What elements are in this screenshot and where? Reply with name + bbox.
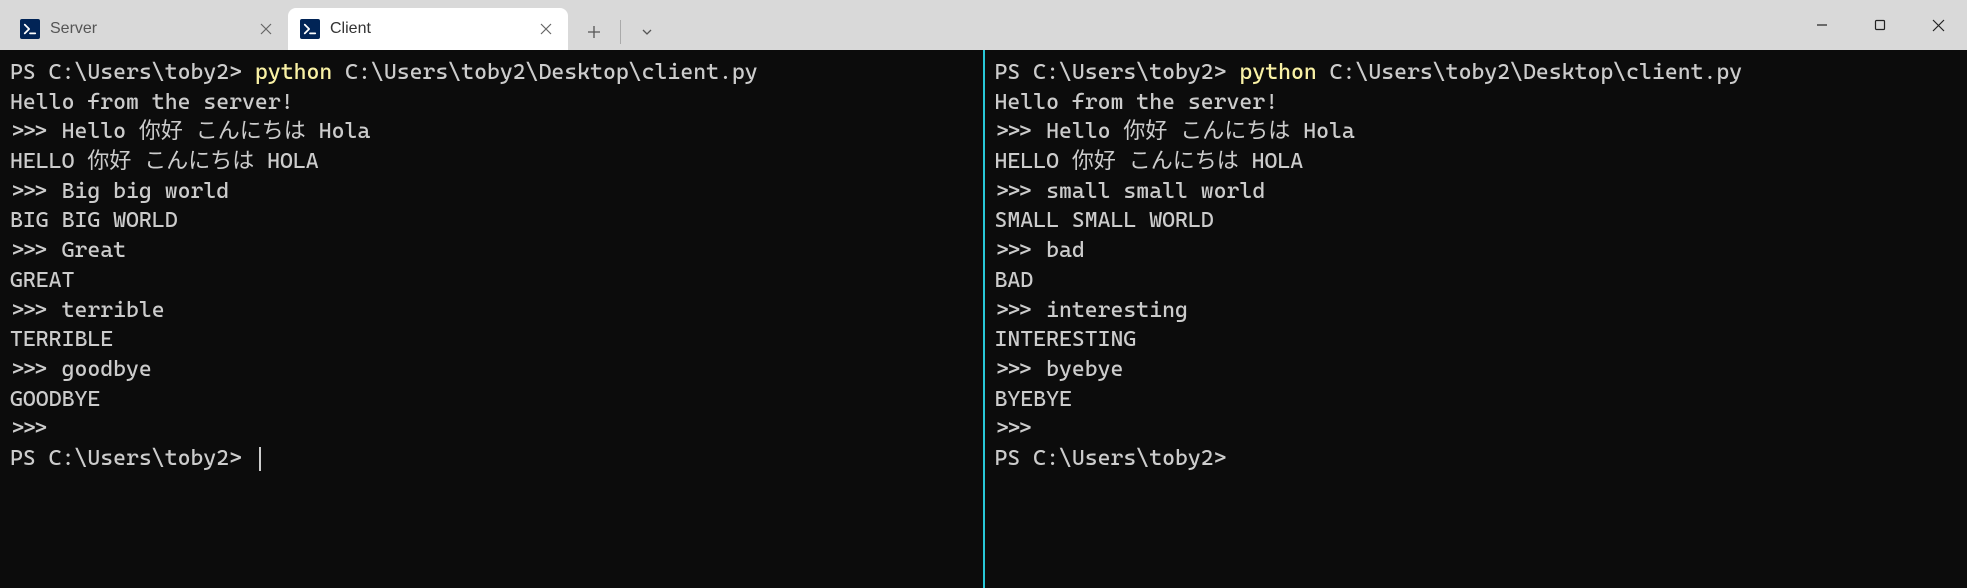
titlebar: Server Client [0, 0, 1967, 50]
close-window-button[interactable] [1909, 0, 1967, 50]
divider [620, 20, 621, 44]
terminal-line: GOODBYE [10, 385, 973, 415]
powershell-icon [300, 19, 320, 39]
terminal-line: >>> interesting [995, 296, 1958, 326]
terminal-line: BYEBYE [995, 385, 1958, 415]
tab-actions [568, 14, 673, 50]
terminal-line: SMALL SMALL WORLD [995, 206, 1958, 236]
terminal-line: >>> byebye [995, 355, 1958, 385]
close-icon[interactable] [256, 19, 276, 39]
cursor [259, 447, 261, 471]
terminal-line: >>> small small world [995, 177, 1958, 207]
terminal-line: >>> Hello 你好 こんにちは Hola [995, 117, 1958, 147]
window-controls [1793, 0, 1967, 50]
terminal-line: HELLO 你好 こんにちは HOLA [995, 147, 1958, 177]
terminal-line: >>> Great [10, 236, 973, 266]
terminal-prompt: PS C:\Users\toby2> [10, 444, 973, 474]
terminal-line: >>> terrible [10, 296, 973, 326]
terminal-line: >>> Hello 你好 こんにちは Hola [10, 117, 973, 147]
close-icon[interactable] [536, 19, 556, 39]
terminal-line: BIG BIG WORLD [10, 206, 973, 236]
tab-dropdown-button[interactable] [629, 14, 665, 50]
terminal-line: GREAT [10, 266, 973, 296]
tab-client[interactable]: Client [288, 8, 568, 50]
terminal-line: HELLO 你好 こんにちは HOLA [10, 147, 973, 177]
terminal-line: >>> bad [995, 236, 1958, 266]
terminal-line: PS C:\Users\toby2> python C:\Users\toby2… [995, 58, 1958, 88]
tab-server[interactable]: Server [8, 8, 288, 50]
tab-strip: Server Client [0, 0, 673, 50]
tab-title: Client [330, 20, 526, 38]
tab-title: Server [50, 20, 246, 38]
terminal-line: INTERESTING [995, 325, 1958, 355]
terminal-line: Hello from the server! [10, 88, 973, 118]
maximize-button[interactable] [1851, 0, 1909, 50]
terminal-line: >>> [10, 414, 973, 444]
terminal-line: BAD [995, 266, 1958, 296]
new-tab-button[interactable] [576, 14, 612, 50]
minimize-button[interactable] [1793, 0, 1851, 50]
powershell-icon [20, 19, 40, 39]
terminal-prompt: PS C:\Users\toby2> [995, 444, 1958, 474]
terminal-pane-left[interactable]: PS C:\Users\toby2> python C:\Users\toby2… [0, 50, 985, 588]
terminal-line: PS C:\Users\toby2> python C:\Users\toby2… [10, 58, 973, 88]
terminal-line: >>> Big big world [10, 177, 973, 207]
terminal-line: >>> goodbye [10, 355, 973, 385]
terminal-line: >>> [995, 414, 1958, 444]
terminal-line: Hello from the server! [995, 88, 1958, 118]
terminal-area: PS C:\Users\toby2> python C:\Users\toby2… [0, 50, 1967, 588]
terminal-pane-right[interactable]: PS C:\Users\toby2> python C:\Users\toby2… [985, 50, 1967, 588]
terminal-line: TERRIBLE [10, 325, 973, 355]
